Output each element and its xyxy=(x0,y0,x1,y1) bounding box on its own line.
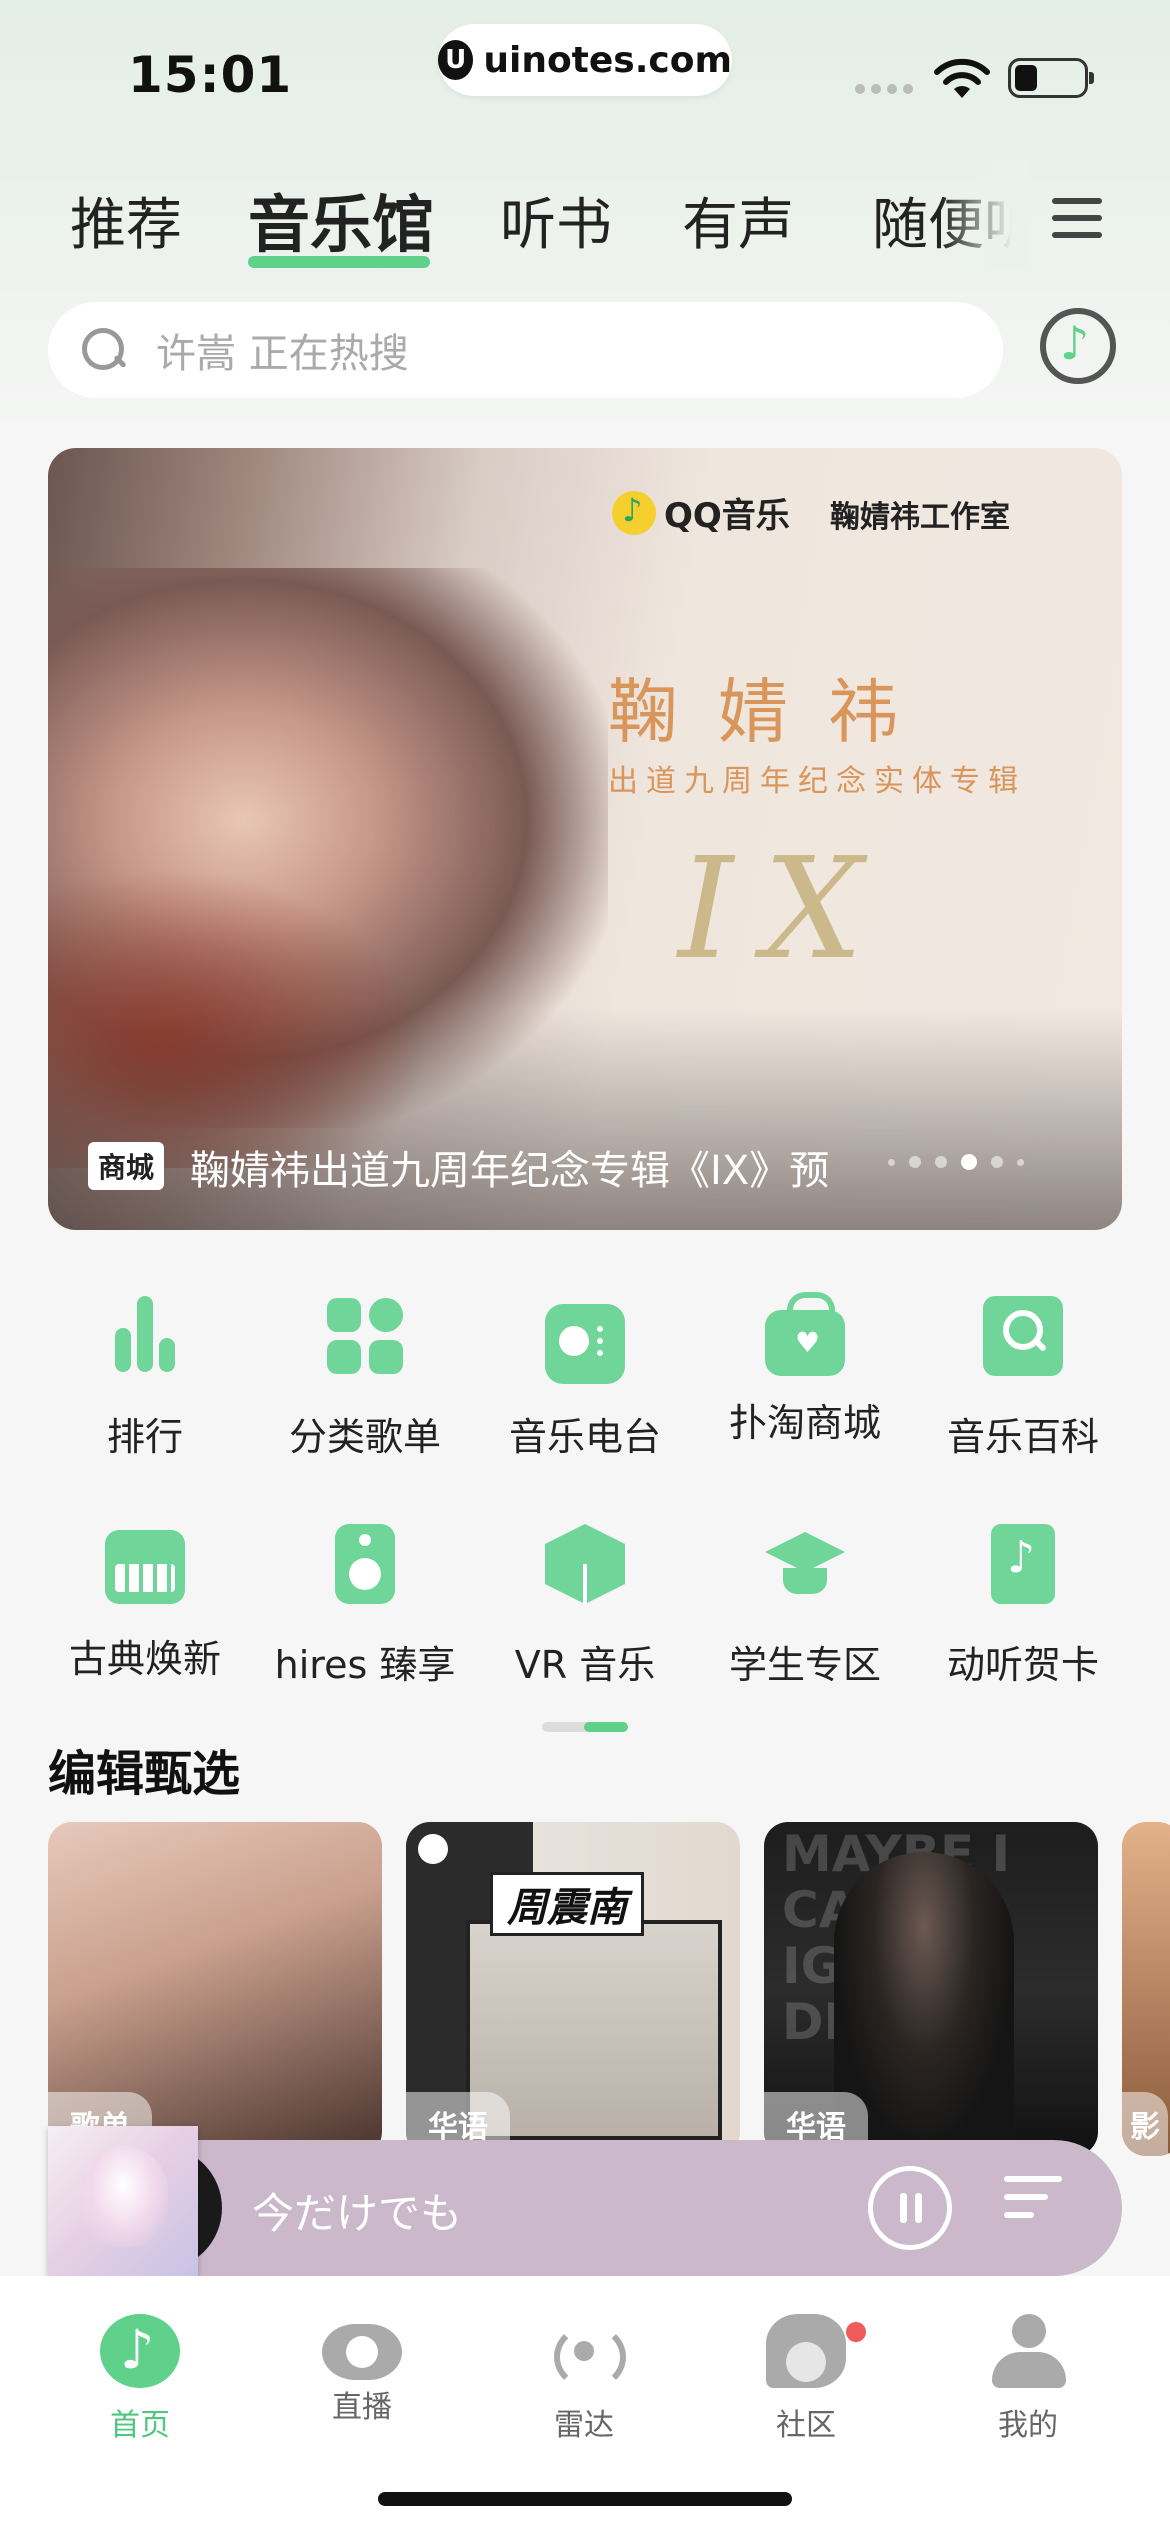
pick-card[interactable]: MAYBE I CAN IGNORE DEATH 华语 xyxy=(764,1822,1098,2156)
nav-me[interactable]: 我的 xyxy=(958,2314,1098,2444)
pick-card[interactable]: 影 xyxy=(1122,1822,1170,2156)
tab-fade xyxy=(940,160,1030,270)
music-card-icon xyxy=(991,1524,1055,1604)
nav-label: 我的 xyxy=(998,2408,1058,2443)
quick-label: hires 臻享 xyxy=(274,1643,456,1687)
section-title: 编辑甄选 xyxy=(48,1746,241,1802)
qq-music-icon xyxy=(612,490,656,535)
nav-label: 首页 xyxy=(110,2408,170,2443)
quick-label: 排行 xyxy=(106,1415,183,1459)
radar-icon xyxy=(544,2314,626,2390)
quick-label: 古典焕新 xyxy=(68,1637,221,1681)
music-recognition-icon[interactable] xyxy=(1040,308,1116,384)
menu-icon[interactable] xyxy=(1052,198,1102,242)
qq-music-logo: QQ音乐 xyxy=(612,488,790,537)
radio-icon xyxy=(545,1304,625,1384)
quick-label: 音乐百科 xyxy=(946,1415,1099,1459)
nav-label: 直播 xyxy=(332,2390,392,2425)
active-tab-indicator xyxy=(248,256,430,268)
url-pill: U uinotes.com xyxy=(438,24,732,96)
nav-radar[interactable]: 雷达 xyxy=(514,2314,654,2444)
qq-music-brand: QQ音乐 xyxy=(664,496,790,536)
nav-label: 社区 xyxy=(776,2408,836,2443)
pick-card[interactable]: 周震南 华语 xyxy=(406,1822,740,2156)
tab-recommend[interactable]: 推荐 xyxy=(70,180,182,261)
quick-item-students[interactable]: 学生专区 xyxy=(700,1524,910,1689)
quick-item-hires[interactable]: hires 臻享 xyxy=(260,1524,470,1689)
quick-label: 动听贺卡 xyxy=(946,1643,1099,1687)
studio-logo: 鞠婧祎工作室 xyxy=(830,500,1010,535)
quick-entry-row-1: 排行 分类歌单 音乐电台 扑淘商城 音乐百科 xyxy=(0,1292,1170,1516)
pick-card[interactable]: 歌单 xyxy=(48,1822,382,2156)
battery-icon xyxy=(1008,58,1094,98)
status-time: 15:01 xyxy=(128,46,293,104)
tab-audiobooks[interactable]: 听书 xyxy=(500,180,612,261)
search-icon xyxy=(80,326,128,374)
url-text: uinotes.com xyxy=(483,39,732,81)
banner-tag: 商城 xyxy=(88,1142,165,1190)
banner-pagination xyxy=(888,1154,1024,1170)
piano-icon xyxy=(105,1530,185,1604)
banner-album-mark: IX xyxy=(678,828,893,991)
speaker-icon xyxy=(335,1524,395,1604)
chart-bars-icon xyxy=(105,1296,185,1376)
search-hint: 许嵩 正在热搜 xyxy=(156,331,409,377)
home-indicator xyxy=(378,2492,792,2506)
quick-label: VR 音乐 xyxy=(514,1643,656,1687)
quick-entry-row-2: 古典焕新 hires 臻享 VR 音乐 学生专区 动听贺卡 xyxy=(0,1524,1170,1744)
quick-item-encyclopedia[interactable]: 音乐百科 xyxy=(918,1296,1128,1461)
pause-button[interactable] xyxy=(868,2166,952,2250)
shopping-bag-icon xyxy=(765,1292,845,1376)
encyclopedia-icon xyxy=(983,1296,1063,1376)
quick-label: 分类歌单 xyxy=(288,1415,441,1459)
playlist-icon[interactable] xyxy=(1004,2176,1068,2236)
nav-live[interactable]: 直播 xyxy=(292,2314,432,2426)
nav-home[interactable]: 首页 xyxy=(70,2314,210,2444)
quick-grid-page-indicator xyxy=(542,1722,628,1732)
quick-label: 扑淘商城 xyxy=(728,1401,881,1445)
quick-item-categories[interactable]: 分类歌单 xyxy=(260,1296,470,1461)
notification-dot xyxy=(846,2322,866,2342)
tab-music-hall[interactable]: 音乐馆 xyxy=(248,174,434,264)
wifi-icon xyxy=(934,58,990,98)
quick-item-classical[interactable]: 古典焕新 xyxy=(40,1524,250,1683)
now-playing-title[interactable]: 今だけでも xyxy=(252,2180,462,2241)
status-bar: 15:01 U uinotes.com xyxy=(0,0,1170,150)
quick-item-greeting-card[interactable]: 动听贺卡 xyxy=(918,1524,1128,1689)
artist-name: 周震南 xyxy=(490,1872,644,1936)
pick-tag: 影 xyxy=(1122,2092,1168,2156)
top-tabs: 推荐 音乐馆 听书 有声 随便听 xyxy=(0,160,1170,270)
banner-shade xyxy=(48,1008,1122,1230)
quick-label: 学生专区 xyxy=(728,1643,881,1687)
banner-caption: 鞠婧祎出道九周年纪念专辑《IX》预 xyxy=(190,1148,830,1194)
community-icon xyxy=(766,2314,846,2388)
home-music-icon xyxy=(100,2314,180,2388)
banner-title: 鞠婧祎 xyxy=(608,671,938,753)
search-input[interactable]: 许嵩 正在热搜 xyxy=(48,302,1003,398)
tab-audio[interactable]: 有声 xyxy=(682,180,794,261)
quick-item-radio[interactable]: 音乐电台 xyxy=(480,1296,690,1461)
banner-subtitle: 出道九周年纪念实体专辑 xyxy=(608,764,1026,799)
quick-label: 音乐电台 xyxy=(508,1415,661,1459)
uinotes-logo-icon: U xyxy=(438,40,474,80)
quick-item-vr-music[interactable]: VR 音乐 xyxy=(480,1524,690,1689)
promo-banner[interactable]: QQ音乐 鞠婧祎工作室 鞠婧祎 出道九周年纪念实体专辑 IX 商城 鞠婧祎出道九… xyxy=(48,448,1122,1230)
qq-music-small-icon xyxy=(418,1834,448,1864)
quick-item-store[interactable]: 扑淘商城 xyxy=(700,1292,910,1447)
now-playing-cover[interactable] xyxy=(48,2126,198,2276)
category-grid-icon xyxy=(325,1296,405,1376)
nav-label: 雷达 xyxy=(554,2408,614,2443)
eye-icon xyxy=(322,2324,402,2380)
cube-icon xyxy=(545,1524,625,1604)
cap-base xyxy=(783,1568,827,1594)
profile-icon xyxy=(988,2314,1068,2388)
quick-item-ranking[interactable]: 排行 xyxy=(40,1296,250,1461)
cellular-signal-icon xyxy=(855,84,913,94)
graduation-cap-icon xyxy=(765,1524,845,1604)
